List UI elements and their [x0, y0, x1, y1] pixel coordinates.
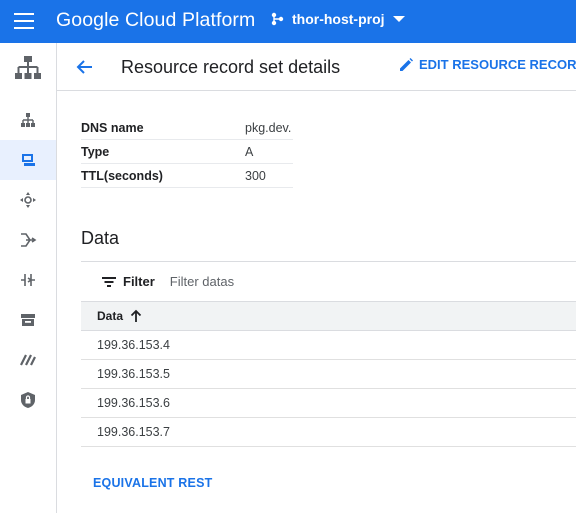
rail-item-network-services[interactable] [0, 260, 56, 300]
project-selector[interactable]: thor-host-proj [270, 11, 405, 27]
property-key: Type [81, 144, 110, 159]
property-value: 300 [245, 168, 266, 183]
chevron-down-icon [392, 16, 405, 22]
table-cell: 199.36.153.5 [97, 367, 170, 381]
network-services-icon [21, 274, 35, 286]
rail-item-routes[interactable] [0, 180, 56, 220]
rail-item-load-balancing[interactable] [0, 220, 56, 260]
menu-icon[interactable] [14, 13, 34, 29]
rail-item-topology[interactable] [0, 100, 56, 140]
back-arrow-icon[interactable] [75, 57, 95, 77]
table-row: 199.36.153.6 [81, 389, 576, 418]
page-title: Resource record set details [121, 57, 341, 77]
security-icon [21, 392, 35, 408]
top-app-bar: Google Cloud Platform thor-host-proj [0, 0, 576, 43]
rail-item-interconnect[interactable] [0, 340, 56, 380]
table-header: Data [81, 302, 576, 331]
column-header-data[interactable]: Data [97, 309, 143, 323]
column-header-label: Data [97, 309, 124, 323]
property-row: TTL(seconds) 300 [81, 164, 293, 188]
data-table: Data 199.36.153.4 199.36.153.5 199.36.15… [81, 302, 576, 447]
filter-bar: Filter [81, 261, 576, 302]
table-row: 199.36.153.7 [81, 418, 576, 447]
property-value: pkg.dev. [245, 120, 292, 135]
rail-item-storage[interactable] [0, 300, 56, 340]
equivalent-rest-link[interactable]: EQUIVALENT REST [93, 476, 212, 490]
property-value: A [245, 144, 254, 159]
rail-item-network-services[interactable] [0, 49, 56, 87]
side-nav-rail [0, 43, 57, 513]
table-cell: 199.36.153.7 [97, 425, 170, 439]
property-row: DNS name pkg.dev. [81, 116, 293, 140]
pencil-icon [400, 57, 413, 71]
sort-ascending-icon [130, 309, 142, 322]
table-cell: 199.36.153.4 [97, 338, 170, 352]
property-key: TTL(seconds) [81, 168, 163, 183]
load-balancing-icon [21, 233, 37, 247]
project-name: thor-host-proj [292, 11, 385, 27]
app-title[interactable]: Google Cloud Platform [56, 9, 255, 32]
record-properties: DNS name pkg.dev. Type A TTL(seconds) 30… [81, 116, 293, 188]
filter-input[interactable] [169, 274, 370, 289]
data-section-title: Data [81, 228, 120, 248]
rail-item-cloud-dns[interactable] [0, 140, 56, 180]
interconnect-icon [20, 354, 36, 366]
network-topology-icon [21, 113, 35, 127]
project-icon [271, 12, 284, 26]
property-key: DNS name [81, 120, 144, 135]
routes-icon [20, 192, 36, 208]
storage-icon [21, 314, 35, 326]
page-header: Resource record set details EDIT RESOURC… [57, 43, 576, 91]
rail-item-security[interactable] [0, 380, 56, 420]
table-cell: 199.36.153.6 [97, 396, 170, 410]
edit-button-label: EDIT RESOURCE RECORD S [419, 57, 576, 72]
network-topology-icon [15, 56, 41, 79]
filter-icon[interactable] [101, 274, 117, 290]
property-row: Type A [81, 140, 293, 164]
edit-record-set-button[interactable]: EDIT RESOURCE RECORD S [399, 57, 576, 72]
computer-icon [22, 154, 35, 166]
table-row: 199.36.153.5 [81, 360, 576, 389]
filter-label: Filter [123, 274, 155, 289]
table-row: 199.36.153.4 [81, 331, 576, 360]
